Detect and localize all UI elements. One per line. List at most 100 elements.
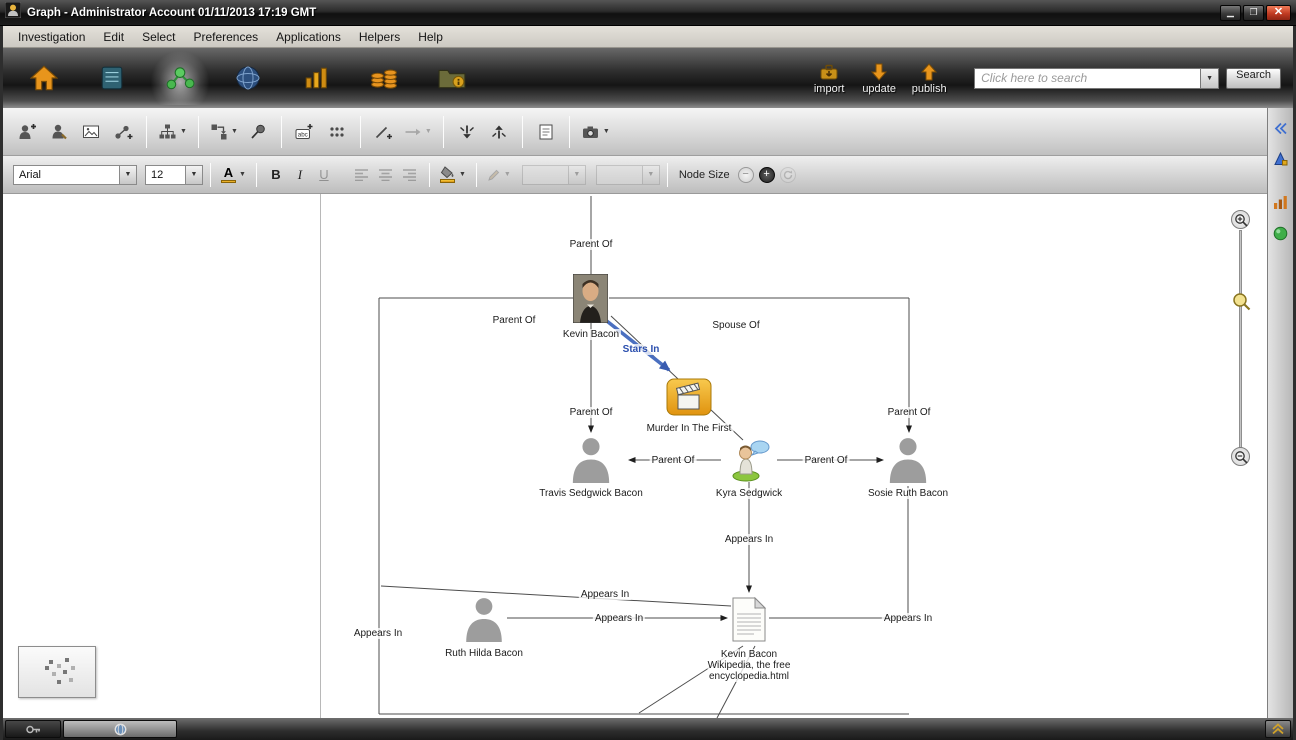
publish-button[interactable]: publish [906,55,952,101]
dropdown-caret-icon: ▼ [503,171,511,178]
node-travis-sedgwick-bacon[interactable] [569,436,613,488]
kevin-bacon-photo [572,273,609,324]
toolbar-separator [521,115,523,148]
side-panel-pointer-tab[interactable] [1271,148,1291,170]
image-icon [83,125,99,138]
import-label: import [813,82,845,95]
search-dropdown-button[interactable]: ▼ [1200,67,1220,89]
collapse-links-button[interactable] [451,115,483,149]
document-icon [732,596,767,642]
text-color-button[interactable]: A ▼ [218,163,249,187]
edge-label: Appears In [578,589,632,600]
notes-button[interactable] [530,115,562,149]
text-color-icon: A [221,166,236,184]
align-left-button[interactable] [350,163,374,187]
arrange-chart-button[interactable]: ▼ [206,115,242,149]
zoom-control [1230,210,1252,468]
movie-clapperboard-icon [666,378,712,416]
add-multiple-button[interactable] [321,115,353,149]
font-family-select[interactable]: Arial ▼ [13,164,137,185]
green-orb-icon [1273,226,1288,240]
map-button[interactable] [219,51,277,105]
node-size-increase-button[interactable]: + [758,166,775,183]
snapshot-button[interactable]: ▼ [577,115,614,149]
line-style-select[interactable]: ▼ [521,164,586,185]
ledger-button[interactable] [83,51,141,105]
bottom-tab-tools[interactable] [5,720,61,738]
bold-button[interactable]: B [264,163,288,187]
zoom-out-button[interactable] [1231,447,1250,466]
add-link-button[interactable] [107,115,139,149]
menu-helpers[interactable]: Helpers [350,26,409,47]
italic-button[interactable]: I [288,163,312,187]
line-color-button[interactable]: ▼ [484,163,514,187]
dropdown-caret-icon: ▼ [119,165,136,184]
expand-links-button[interactable] [483,115,515,149]
expand-bottom-panel-button[interactable] [1265,720,1291,738]
fill-color-button[interactable]: ▼ [437,163,469,187]
zoom-slider-track[interactable] [1239,230,1242,448]
double-chevron-up-icon [1272,723,1284,735]
dropdown-caret-icon: ▼ [424,128,432,135]
close-button[interactable]: ✕ [1266,4,1291,21]
chart-button[interactable] [287,51,345,105]
update-button[interactable]: update [856,55,902,101]
line-width-value [597,166,642,184]
menu-applications[interactable]: Applications [267,26,350,47]
database-button[interactable] [355,51,413,105]
add-label-button[interactable]: abc [289,115,321,149]
home-button[interactable] [15,51,73,105]
zoom-slider-handle[interactable] [1231,291,1251,311]
node-size-reset-button[interactable] [779,166,796,183]
add-image-button[interactable] [75,115,107,149]
import-button[interactable]: import [806,55,852,101]
edge-label: Parent Of [885,407,933,418]
node-sosie-ruth-bacon[interactable] [886,436,930,488]
restore-button[interactable]: ❐ [1243,4,1264,21]
node-kevin-bacon[interactable] [572,273,609,328]
side-panel-status-tab[interactable] [1271,222,1291,244]
search-button[interactable]: Search [1226,67,1281,89]
node-ruth-hilda-bacon[interactable] [462,596,506,647]
node-wikipedia-document[interactable] [732,596,767,647]
person-silhouette-icon [572,438,610,483]
overview-minimap[interactable] [18,646,96,698]
add-text-label-icon: abc [295,123,313,139]
align-right-button[interactable] [398,163,422,187]
reset-icon [783,170,792,179]
menu-select[interactable]: Select [133,26,184,47]
side-panel-histogram-tab[interactable] [1271,191,1291,213]
minimize-button[interactable]: ▁ [1220,4,1241,21]
font-size-select[interactable]: 12 ▼ [145,164,203,185]
bottom-tab-session[interactable] [63,720,177,738]
graph-canvas[interactable]: Kevin Bacon Murder In The First Travis S… [3,194,1267,718]
dropdown-caret-icon: ▼ [185,165,202,184]
align-center-button[interactable] [374,163,398,187]
info-folder-button[interactable] [423,51,481,105]
node-size-decrease-button[interactable]: − [737,166,754,183]
font-family-value: Arial [19,168,42,181]
node-murder-in-the-first[interactable] [666,374,712,422]
edge-label: Parent Of [649,455,697,466]
underline-button[interactable]: U [312,163,336,187]
arrow-style-button[interactable]: ▼ [400,115,436,149]
menu-help[interactable]: Help [409,26,452,47]
menu-preferences[interactable]: Preferences [184,26,267,47]
search-input[interactable] [974,67,1201,89]
line-width-select[interactable]: ▼ [595,164,660,185]
graph-button-active[interactable] [151,51,209,105]
zoom-in-button[interactable] [1231,210,1250,229]
pencil-icon [488,169,500,181]
expand-right-panel-button[interactable] [1271,117,1291,139]
node-kyra-sedgwick[interactable] [726,438,772,487]
add-entity-button[interactable] [11,115,43,149]
menu-edit[interactable]: Edit [94,26,133,47]
layout-button[interactable]: ▼ [154,115,191,149]
app-window: Graph - Administrator Account 01/11/2013… [0,0,1296,740]
edit-entity-button[interactable] [43,115,75,149]
menu-investigation[interactable]: Investigation [9,26,94,47]
pin-button[interactable] [242,115,274,149]
graph-icon [166,67,195,90]
add-line-button[interactable] [368,115,400,149]
update-label: update [862,82,896,95]
